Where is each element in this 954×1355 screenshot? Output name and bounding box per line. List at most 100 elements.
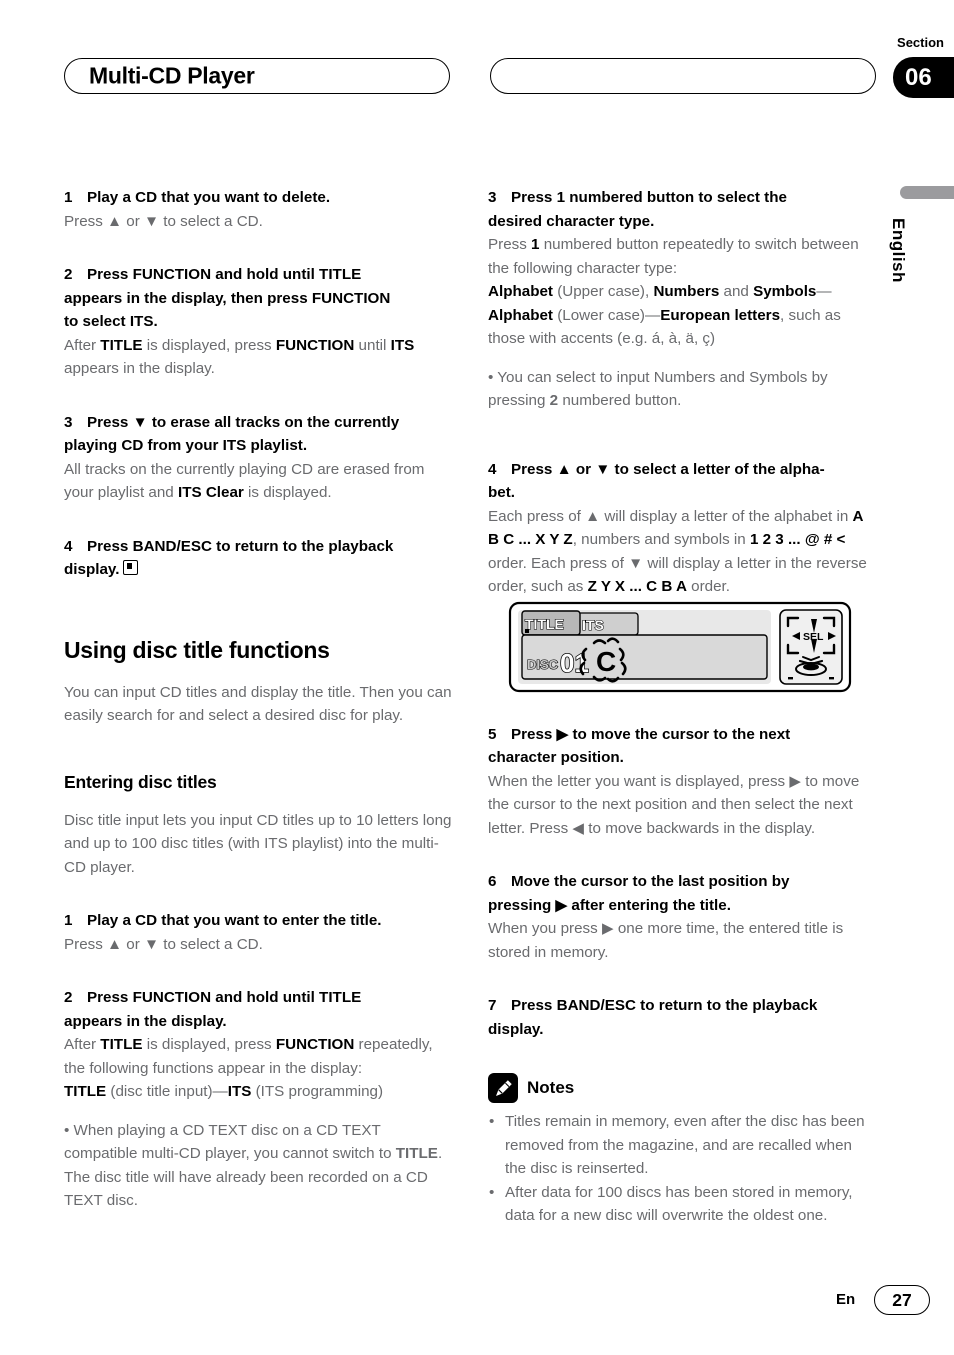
step-4-number: 4 bbox=[64, 537, 73, 555]
char-type-alphabet-lower: Alphabet bbox=[488, 306, 553, 324]
step-3-body-b: ITS Clear bbox=[177, 484, 244, 501]
right-step-3-note-b: 2 bbox=[549, 392, 559, 410]
language-tab-bar bbox=[900, 186, 954, 199]
step-3-heading: 3 Press ▼ to erase all tracks on the curr… bbox=[64, 411, 452, 458]
step-3-number: 3 bbox=[64, 413, 73, 431]
step-5-body: Press ▲ or ▼ to select a CD. bbox=[64, 935, 263, 953]
tab-title-active-dot bbox=[525, 629, 529, 633]
step-6-note-a: • When playing a CD TEXT disc on a CD TE… bbox=[64, 1121, 396, 1163]
char-type-alphabet-upper: Alphabet bbox=[488, 283, 553, 300]
right-step-4-text-line2: bet. bbox=[488, 484, 516, 502]
section-number-badge: 06 bbox=[893, 57, 954, 98]
char-type-sep-1: (Upper case), bbox=[552, 283, 654, 300]
step-2-text-line3: to select ITS. bbox=[64, 313, 158, 330]
right-step-4-body: Each press of ▲ will display a letter of… bbox=[488, 505, 876, 599]
step-6-number: 2 bbox=[64, 989, 73, 1006]
step-3-text-line1: Press ▼ to erase all tracks on the curre… bbox=[87, 413, 400, 431]
step-2-body-a: After bbox=[64, 336, 101, 354]
header-pill-right bbox=[490, 58, 876, 94]
note-item: After data for 100 discs has been stored… bbox=[488, 1181, 876, 1228]
step-6-body-a: After bbox=[64, 1036, 101, 1053]
notes-list: Titles remain in memory, even after the … bbox=[488, 1110, 876, 1228]
char-type-sep-4: (Lower case)— bbox=[552, 306, 661, 324]
char-type-numbers: Numbers bbox=[653, 283, 720, 300]
step-2-text-line2: appears in the display, then press FUNCT… bbox=[64, 289, 391, 307]
end-of-procedure-marker-icon bbox=[123, 560, 139, 575]
section-heading: Using disc title functions bbox=[64, 636, 330, 663]
right-step-7-text-line2: display. bbox=[488, 1020, 544, 1038]
head-unit-svg: ITS TITLE DISC 01 C SEL bbox=[508, 601, 852, 693]
step-6-body-b: TITLE bbox=[100, 1036, 143, 1053]
right-step-5-text-line2: character position. bbox=[488, 749, 624, 767]
subsection-intro: Disc title input lets you input CD title… bbox=[64, 811, 452, 876]
right-step-4-body-c: , numbers and symbols in bbox=[572, 531, 750, 549]
right-step-6-number: 6 bbox=[488, 873, 497, 891]
right-step-3-number: 3 bbox=[488, 189, 497, 206]
step-6-body-c: is displayed, press bbox=[142, 1036, 276, 1053]
right-step-3-body-b: 1 bbox=[531, 236, 540, 253]
step-2-body-d: FUNCTION bbox=[275, 336, 355, 354]
chapter-title-pill: Multi-CD Player bbox=[64, 58, 450, 94]
step-6-note-bullet: • When playing a CD TEXT disc on a CD TE… bbox=[64, 1119, 452, 1213]
right-step-7-heading: 7 Press BAND/ESC to return to the playbac… bbox=[488, 994, 876, 1041]
notes-title: Notes bbox=[527, 1078, 575, 1098]
step-6-text-line1: Press FUNCTION and hold until TITLE bbox=[87, 989, 362, 1006]
right-step-6-body: When you press ▶ one more time, the ente… bbox=[488, 920, 844, 961]
char-type-sep-3: — bbox=[816, 283, 832, 300]
step-1-text: Play a CD that you want to delete. bbox=[87, 189, 331, 206]
right-step-4-body-g: order. bbox=[686, 578, 730, 596]
right-step-3-text-line1: Press 1 numbered button to select the bbox=[511, 189, 787, 206]
symbol-order: 1 2 3 ... @ # < bbox=[749, 531, 846, 549]
alphabet-order-reverse: Z Y X ... C B A bbox=[587, 578, 687, 596]
blinking-character: C bbox=[596, 646, 616, 677]
char-type-european: European letters bbox=[660, 306, 781, 324]
right-step-4-number: 4 bbox=[488, 460, 497, 478]
right-step-5-heading: 5 Press ▶ to move the cursor to the next … bbox=[488, 723, 876, 770]
left-column: 1 Play a CD that you want to delete. Pres… bbox=[64, 186, 452, 1228]
subsection-heading: Entering disc titles bbox=[64, 771, 217, 792]
pencil-glyph bbox=[495, 1080, 512, 1096]
right-step-5-body: When the letter you want is displayed, p… bbox=[488, 772, 860, 837]
step-1-body: Press ▲ or ▼ to select a CD. bbox=[64, 212, 263, 230]
step-2-body-f: ITS bbox=[390, 336, 415, 354]
function-its: ITS bbox=[227, 1083, 252, 1100]
right-step-3-body-c: numbered button repeatedly to switch bet… bbox=[488, 236, 859, 277]
right-step-6-heading: 6 Move the cursor to the last position by… bbox=[488, 870, 876, 917]
notes-header: Notes bbox=[488, 1073, 876, 1104]
step-5-heading: 1 Play a CD that you want to enter the ti… bbox=[64, 909, 452, 933]
step-2-body-c: is displayed, press bbox=[142, 336, 276, 354]
control-pad[interactable] bbox=[779, 609, 843, 685]
step-3-body: All tracks on the currently playing CD a… bbox=[64, 458, 452, 505]
tab-its-label: ITS bbox=[582, 617, 604, 633]
pad-sel-label: SEL bbox=[803, 631, 824, 643]
step-2-body-e: until bbox=[354, 336, 391, 354]
right-step-5-text-line1: Press ▶ to move the cursor to the next bbox=[511, 725, 791, 743]
page-footer: En 27 bbox=[0, 1283, 954, 1328]
char-type-symbols: Symbols bbox=[753, 283, 817, 300]
pencil-icon bbox=[488, 1073, 518, 1104]
function-list: TITLE (disc title input)—ITS (ITS progra… bbox=[64, 1080, 452, 1104]
lcd-readout bbox=[521, 634, 768, 680]
right-step-4-text-line1: Press ▲ or ▼ to select a letter of the a… bbox=[511, 460, 825, 478]
char-type-sep-2: and bbox=[719, 283, 754, 300]
step-6-heading: 2 Press FUNCTION and hold until TITLE app… bbox=[64, 986, 452, 1033]
step-4-text-line1: Press BAND/ESC to return to the playback bbox=[87, 537, 394, 555]
function-sep-b: (ITS programming) bbox=[251, 1083, 384, 1100]
right-step-3-note-c: numbered button. bbox=[558, 392, 682, 410]
step-3-text-line2: playing CD from your ITS playlist. bbox=[64, 437, 308, 454]
right-step-3-note-bullet: • You can select to input Numbers and Sy… bbox=[488, 366, 876, 413]
function-sep-a: (disc title input)— bbox=[106, 1083, 228, 1100]
step-1-heading: 1 Play a CD that you want to delete. bbox=[64, 186, 452, 210]
tab-title-label: TITLE bbox=[525, 616, 564, 632]
right-column: 3 Press 1 numbered button to select the d… bbox=[488, 186, 876, 1228]
